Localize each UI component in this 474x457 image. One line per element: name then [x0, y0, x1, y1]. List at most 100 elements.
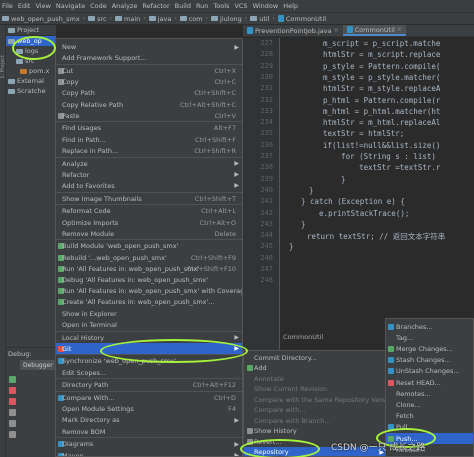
- breadcrumb-item[interactable]: src: [88, 15, 107, 23]
- git-menu-item-add[interactable]: Add: [244, 363, 387, 374]
- context-menu-item-reformat-code[interactable]: Reformat Code Ctrl+Alt+L: [56, 205, 242, 217]
- menu-edit[interactable]: Edit: [18, 2, 31, 10]
- breadcrumb-item[interactable]: jiulong: [211, 15, 242, 23]
- context-menu-item-diagrams[interactable]: Diagrams ▶: [56, 438, 242, 450]
- context-menu-item-directory-path[interactable]: Directory Path Ctrl+Alt+F12: [56, 379, 242, 391]
- project-panel-header[interactable]: Project: [6, 25, 56, 36]
- code-line: return textStr; // 返回文本字符串: [307, 232, 446, 242]
- context-menu-item-mark-directory-as[interactable]: Mark Directory as ▶: [56, 414, 242, 426]
- git-menu-item-compare-with[interactable]: Compare with...: [244, 405, 387, 416]
- context-menu-item-copy[interactable]: Copy Ctrl+C: [56, 76, 242, 88]
- git-menu-item-show-history[interactable]: Show History: [244, 426, 387, 437]
- context-menu-item-replace-in-path[interactable]: Replace in Path... Ctrl+Shift+R: [56, 145, 242, 157]
- git-menu-item-commit-directory[interactable]: Commit Directory...: [244, 352, 387, 363]
- tab-prevention-point-job[interactable]: PreventionPointJob.java ×: [243, 25, 343, 36]
- breakpoints-icon[interactable]: [9, 398, 16, 405]
- repo-menu-item-branches[interactable]: Branches...: [386, 321, 473, 332]
- menu-vcs[interactable]: VCS: [234, 2, 247, 10]
- repo-menu-item-clone[interactable]: Clone...: [386, 399, 473, 410]
- context-menu-item-refactor[interactable]: Refactor ▶: [56, 169, 242, 181]
- resume-icon[interactable]: [9, 376, 16, 383]
- menu-tools[interactable]: Tools: [213, 2, 229, 10]
- menu-item-label: Revert...: [254, 437, 282, 446]
- context-menu-item-new[interactable]: New ▶: [56, 41, 242, 53]
- menu-file[interactable]: File: [2, 2, 13, 10]
- git-menu-item-compare-with-branch[interactable]: Compare with Branch...: [244, 415, 387, 426]
- breadcrumb-item[interactable]: web_open_push_smx: [2, 15, 80, 23]
- context-menu-item-remove-module[interactable]: Remove Module Delete: [56, 228, 242, 240]
- context-menu-item-show-image-thumbnails[interactable]: Show Image Thumbnails Ctrl+Shift+T: [56, 193, 242, 205]
- tree-item[interactable]: Scratche: [6, 86, 56, 96]
- breadcrumb-item[interactable]: com: [179, 15, 203, 23]
- git-menu-item-show-current-revision[interactable]: Show Current Revision: [244, 384, 387, 395]
- context-menu-item-open-module-settings[interactable]: Open Module Settings F4: [56, 403, 242, 415]
- repo-menu-item-reset-head[interactable]: Reset HEAD...: [386, 377, 473, 388]
- context-menu-item-compare-with[interactable]: Compare With... Ctrl+D: [56, 392, 242, 404]
- context-menu-item-local-history[interactable]: Local History ▶: [56, 332, 242, 344]
- context-menu-item-open-in-terminal[interactable]: Open in Terminal: [56, 319, 242, 331]
- context-menu-item-git[interactable]: Git ▶: [56, 342, 242, 355]
- repo-menu-item-unstash-changes[interactable]: UnStash Changes...: [386, 366, 473, 377]
- line-number: 229: [260, 61, 273, 70]
- debugger-tab[interactable]: Debugger: [20, 360, 56, 370]
- menu-window[interactable]: Window: [253, 2, 279, 10]
- menu-help[interactable]: Help: [283, 2, 298, 10]
- camera-icon[interactable]: [9, 420, 16, 427]
- git-menu-item-compare-with-the-same-repository-version[interactable]: Compare with the Same Repository Version: [244, 394, 387, 405]
- context-menu-item-copy-path[interactable]: Copy Path Ctrl+Shift+C: [56, 87, 242, 99]
- menu-analyze[interactable]: Analyze: [112, 2, 138, 10]
- context-menu-item-find-in-path[interactable]: Find in Path... Ctrl+Shift+F: [56, 134, 242, 146]
- tree-item[interactable]: External: [6, 76, 56, 86]
- context-menu-item-run-all-features-in-web-open-push-smx[interactable]: Run 'All Features in: web_open_push_smx'…: [56, 263, 242, 275]
- stop-icon[interactable]: [9, 387, 16, 394]
- context-menu-item-optimize-imports[interactable]: Optimize Imports Ctrl+Alt+O: [56, 217, 242, 229]
- settings-icon[interactable]: [9, 431, 16, 438]
- context-menu-item-build-module-web-open-push-smx[interactable]: Build Module 'web_open_push_smx': [56, 240, 242, 252]
- menu-build[interactable]: Build: [175, 2, 191, 10]
- tree-item[interactable]: src: [6, 56, 56, 66]
- menu-refactor[interactable]: Refactor: [142, 2, 169, 10]
- close-icon[interactable]: ×: [334, 27, 339, 34]
- context-menu-item-run-all-features-in-web-open-push-smx-with-coverage[interactable]: Run 'All Features in: web_open_push_smx'…: [56, 285, 242, 297]
- repo-menu-item-remotes[interactable]: Remotes...: [386, 388, 473, 399]
- context-menu-item-rebuild-web-open-push-smx[interactable]: Rebuild '...web_open_push_smx' Ctrl+Shift…: [56, 252, 242, 264]
- context-menu-item-add-framework-support[interactable]: Add Framework Support...: [56, 52, 242, 64]
- context-menu-item-show-in-explorer[interactable]: Show in Explorer: [56, 308, 242, 320]
- context-menu-item-edit-scopes[interactable]: Edit Scopes...: [56, 367, 242, 379]
- context-menu-item-cut[interactable]: Cut Ctrl+X: [56, 65, 242, 77]
- context-menu-item-add-to-favorites[interactable]: Add to Favorites ▶: [56, 180, 242, 192]
- line-number: 239: [260, 174, 273, 183]
- repo-menu-item-merge-changes[interactable]: Merge Changes...: [386, 343, 473, 354]
- context-menu-item-debug-all-features-in-web-open-push-smx[interactable]: Debug 'All Features in: web_open_push_sm…: [56, 274, 242, 286]
- context-menu-item-find-usages[interactable]: Find Usages Alt+F7: [56, 122, 242, 134]
- tree-item[interactable]: web_op: [6, 36, 56, 46]
- close-icon[interactable]: ×: [397, 26, 402, 33]
- repo-menu-item-stash-changes[interactable]: Stash Changes...: [386, 355, 473, 366]
- context-menu-item-paste[interactable]: Paste Ctrl+V: [56, 110, 242, 122]
- context-menu-item-remove-bom[interactable]: Remove BOM: [56, 426, 242, 438]
- repo-menu-item-pull[interactable]: Pull...: [386, 422, 473, 433]
- repo-menu-item-tag[interactable]: Tag...: [386, 332, 473, 343]
- breadcrumb-item[interactable]: CommonUtil: [277, 15, 326, 23]
- menu-item-icon: [247, 428, 253, 434]
- breadcrumb-item[interactable]: java: [148, 15, 171, 23]
- breadcrumb-item[interactable]: main: [115, 15, 140, 23]
- context-menu-item-maven[interactable]: Maven ▶: [56, 450, 242, 456]
- git-menu-item-annotate[interactable]: Annotate: [244, 373, 387, 384]
- tree-item[interactable]: pom.x: [6, 66, 56, 76]
- menu-code[interactable]: Code: [90, 2, 107, 10]
- context-menu-item-analyze[interactable]: Analyze ▶: [56, 158, 242, 170]
- menu-navigate[interactable]: Navigate: [56, 2, 85, 10]
- context-menu-item-synchronize-web-open-push-smx[interactable]: Synchronize 'web_open_push_smx': [56, 355, 242, 367]
- mute-breakpoints-icon[interactable]: [9, 409, 16, 416]
- menu-view[interactable]: View: [35, 2, 50, 10]
- project-panel: Project web_op logs src pom.x External Scratc…: [6, 25, 56, 347]
- menu-run[interactable]: Run: [196, 2, 208, 10]
- tree-item[interactable]: logs: [6, 46, 56, 56]
- repo-menu-item-fetch[interactable]: Fetch: [386, 411, 473, 422]
- breadcrumb-item[interactable]: util: [250, 15, 269, 23]
- tab-common-util[interactable]: CommonUtil ×: [342, 25, 406, 36]
- context-menu-item-create-all-features-in-web-open-push-smx[interactable]: Create 'All Features in: web_open_push_s…: [56, 296, 242, 308]
- debug-toolbar: [8, 372, 18, 442]
- context-menu-item-copy-relative-path[interactable]: Copy Relative Path Ctrl+Alt+Shift+C: [56, 99, 242, 111]
